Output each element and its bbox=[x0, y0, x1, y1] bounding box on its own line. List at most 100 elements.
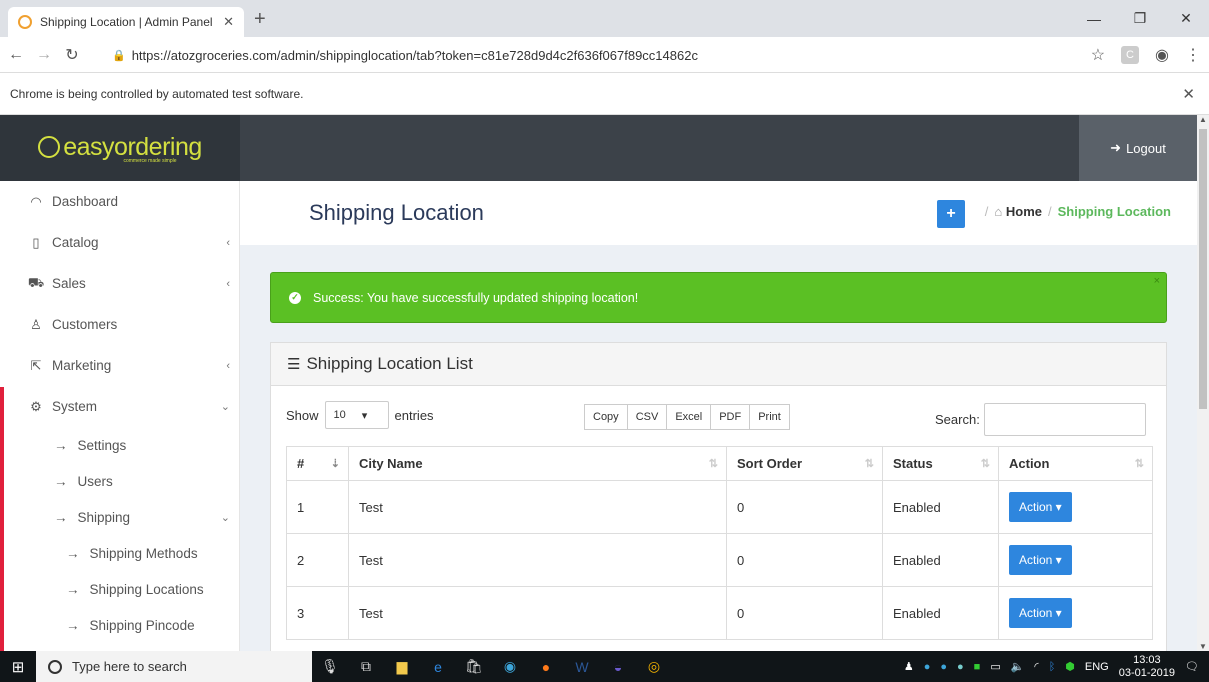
add-button[interactable]: + bbox=[937, 200, 965, 228]
chat-app-icon[interactable]: ◉ bbox=[492, 651, 528, 682]
panel-title: Shipping Location List bbox=[306, 354, 473, 373]
scroll-down-icon[interactable]: ▼ bbox=[1199, 642, 1207, 651]
sidebar-item-marketing[interactable]: ⇱ Marketing ‹ bbox=[0, 345, 240, 386]
breadcrumb-separator: / bbox=[1047, 204, 1052, 219]
sidebar-subitem-users[interactable]: → Users bbox=[0, 463, 240, 499]
cortana-icon bbox=[48, 659, 62, 674]
breadcrumb-home[interactable]: ⌂ Home bbox=[994, 204, 1042, 219]
network-icon[interactable]: ⬢ bbox=[1065, 660, 1075, 673]
sort-order-cell: 0 bbox=[726, 586, 883, 640]
home-icon: ⌂ bbox=[994, 204, 1003, 219]
entries-select[interactable]: 10 ▾ bbox=[324, 401, 389, 429]
entries-label: entries bbox=[394, 407, 434, 423]
eclipse-icon[interactable]: ◒ bbox=[600, 651, 636, 682]
sidebar-item-dashboard[interactable]: ◠ Dashboard bbox=[0, 181, 240, 222]
wifi-icon[interactable]: ◜ bbox=[1034, 660, 1038, 673]
new-tab-icon[interactable]: + bbox=[254, 8, 266, 31]
microphone-icon[interactable]: 🎙 bbox=[312, 651, 348, 682]
logout-button[interactable]: ➜ Logout bbox=[1079, 115, 1197, 181]
bluetooth-icon[interactable]: ᛒ bbox=[1049, 661, 1056, 673]
success-alert: ✓ Success: You have successfully updated… bbox=[270, 272, 1167, 323]
column-header-action[interactable]: Action ⇅ bbox=[998, 446, 1153, 481]
page-title: Shipping Location bbox=[309, 200, 484, 225]
scrollbar-thumb[interactable] bbox=[1199, 129, 1207, 409]
lock-icon: 🔒 bbox=[112, 49, 126, 62]
logout-label: Logout bbox=[1126, 140, 1166, 156]
restore-icon[interactable]: ❐ bbox=[1117, 0, 1163, 37]
profile-icon[interactable]: ◉ bbox=[1155, 45, 1169, 65]
back-icon[interactable]: ← bbox=[4, 46, 28, 64]
sidebar-item-catalog[interactable]: ▯ Catalog ‹ bbox=[0, 222, 240, 263]
language-indicator[interactable]: ENG bbox=[1085, 661, 1109, 673]
close-tab-icon[interactable]: ✕ bbox=[223, 14, 234, 30]
chrome-icon[interactable]: ◎ bbox=[636, 651, 672, 682]
list-panel: ☰ Shipping Location List Show 10 ▾ entri… bbox=[270, 342, 1167, 651]
column-header-status[interactable]: Status ⇅ bbox=[882, 446, 999, 481]
store-icon[interactable]: 🛍 bbox=[456, 651, 492, 682]
print-button[interactable]: Print bbox=[749, 404, 790, 430]
close-infobar-icon[interactable]: ✕ bbox=[1182, 85, 1195, 103]
file-explorer-icon[interactable]: ▆ bbox=[384, 651, 420, 682]
scroll-up-icon[interactable]: ▲ bbox=[1199, 115, 1207, 124]
extension-icon[interactable]: C bbox=[1121, 46, 1140, 64]
tray-app-icon[interactable]: ● bbox=[924, 661, 931, 673]
tray-app-icon[interactable]: ● bbox=[940, 661, 947, 673]
tab-title: Shipping Location | Admin Panel bbox=[40, 15, 213, 29]
action-dropdown-button[interactable]: Action ▾ bbox=[1009, 545, 1072, 575]
firefox-icon[interactable]: ● bbox=[528, 651, 564, 682]
sidebar-item-sales[interactable]: ⛟ Sales ‹ bbox=[0, 263, 240, 304]
bookmark-star-icon[interactable]: ☆ bbox=[1091, 45, 1105, 65]
browser-tab[interactable]: Shipping Location | Admin Panel ✕ bbox=[8, 7, 244, 37]
page-scrollbar[interactable]: ▲ ▼ bbox=[1197, 115, 1209, 651]
sidebar-item-system[interactable]: ⚙ System ⌄ bbox=[0, 386, 240, 427]
excel-button[interactable]: Excel bbox=[666, 404, 712, 430]
task-view-icon[interactable]: ⧉ bbox=[348, 651, 384, 682]
search-input[interactable] bbox=[983, 403, 1146, 436]
address-bar[interactable]: 🔒 https://atozgroceries.com/admin/shippi… bbox=[112, 41, 1112, 69]
edge-icon[interactable]: e bbox=[420, 651, 456, 682]
volume-icon[interactable]: 🔈 bbox=[1011, 660, 1025, 673]
tray-app-icon[interactable]: ● bbox=[957, 661, 964, 673]
people-icon[interactable]: ♟ bbox=[904, 660, 914, 673]
battery-icon[interactable]: ▭ bbox=[990, 660, 1000, 673]
sidebar-subitem-shipping-pincode[interactable]: → Shipping Pincode bbox=[0, 607, 240, 643]
forward-icon[interactable]: → bbox=[32, 46, 56, 64]
reload-icon[interactable]: ↻ bbox=[60, 45, 84, 65]
sidebar-subitem-shipping-locations[interactable]: → Shipping Locations bbox=[0, 571, 240, 607]
tray-app-icon[interactable]: ■ bbox=[974, 661, 981, 673]
breadcrumb-separator: / bbox=[984, 204, 989, 219]
sidebar-subitem-shipping-methods[interactable]: → Shipping Methods bbox=[0, 535, 240, 571]
sidebar-item-customers[interactable]: ♙ Customers bbox=[0, 304, 240, 345]
pdf-button[interactable]: PDF bbox=[710, 404, 751, 430]
column-header-sort-order[interactable]: Sort Order ⇅ bbox=[726, 446, 883, 481]
menu-kebab-icon[interactable]: ⋮ bbox=[1185, 45, 1201, 65]
breadcrumb: / ⌂ Home / Shipping Location bbox=[985, 204, 1171, 219]
column-header-city[interactable]: City Name ⇅ bbox=[348, 446, 727, 481]
csv-button[interactable]: CSV bbox=[626, 404, 668, 430]
tab-strip: Shipping Location | Admin Panel ✕ + — ❐ … bbox=[0, 0, 1209, 37]
sidebar-subitem-settings[interactable]: → Settings bbox=[0, 427, 240, 463]
minimize-icon[interactable]: — bbox=[1071, 0, 1117, 37]
copy-button[interactable]: Copy bbox=[584, 404, 628, 430]
table-row: 2 Test 0 Enabled Action ▾ bbox=[286, 533, 1153, 587]
windows-start-icon[interactable]: ⊞ bbox=[0, 658, 36, 676]
sidebar-item-label: Marketing bbox=[52, 358, 112, 373]
sidebar-subitem-shipping[interactable]: → Shipping ⌄ bbox=[0, 499, 240, 535]
notifications-icon[interactable]: 🗨 bbox=[1185, 660, 1199, 673]
share-icon: ⇱ bbox=[30, 357, 42, 373]
clock[interactable]: 13:03 03-01-2019 bbox=[1119, 654, 1175, 680]
word-icon[interactable]: W bbox=[564, 651, 600, 682]
taskbar-search[interactable]: Type here to search bbox=[36, 651, 312, 682]
sidebar-subitem-label: Shipping Locations bbox=[89, 581, 204, 597]
brand-logo[interactable]: easyordering commerce made simple bbox=[0, 115, 240, 181]
action-dropdown-button[interactable]: Action ▾ bbox=[1009, 492, 1072, 522]
active-section-marker bbox=[0, 387, 4, 651]
action-dropdown-button[interactable]: Action ▾ bbox=[1009, 598, 1072, 628]
sort-icon: ⇅ bbox=[864, 458, 874, 470]
sort-asc-icon: ⇣ bbox=[330, 458, 340, 470]
close-alert-icon[interactable]: × bbox=[1154, 275, 1160, 287]
column-header-number[interactable]: # ⇣ bbox=[286, 446, 349, 481]
close-window-icon[interactable]: ✕ bbox=[1163, 0, 1209, 37]
content-header: Shipping Location + / ⌂ Home / Shipping … bbox=[240, 181, 1197, 245]
toolbar-right: ☆ C ◉ ⋮ bbox=[1091, 37, 1201, 73]
